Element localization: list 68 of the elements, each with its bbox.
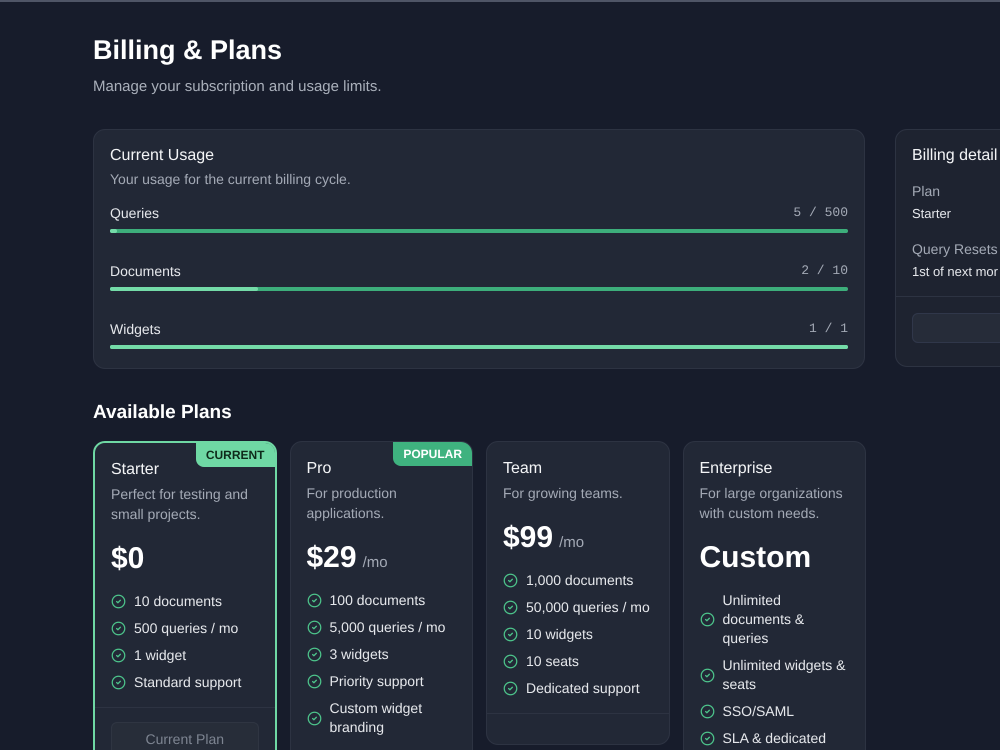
plan-name: Pro bbox=[306, 459, 332, 479]
plan-badge: CURRENT bbox=[196, 443, 274, 467]
page-subtitle: Manage your subscription and usage limits. bbox=[93, 77, 382, 97]
plan-feature: 3 widgets bbox=[330, 645, 389, 664]
price-period: /mo bbox=[559, 533, 584, 553]
plan-feature: 100 documents bbox=[330, 591, 426, 610]
check-circle-icon bbox=[111, 621, 126, 636]
check-circle-icon bbox=[306, 593, 322, 608]
meter-label: Documents bbox=[110, 262, 181, 281]
plan-feature: Priority support bbox=[330, 672, 424, 691]
check-circle-icon bbox=[306, 710, 322, 726]
detail-label: Query Resets bbox=[912, 240, 999, 259]
check-circle-icon bbox=[700, 612, 714, 627]
detail-label: Plan bbox=[912, 182, 942, 201]
plan-description: For large organizations with custom needs. bbox=[700, 484, 844, 523]
check-circle-icon bbox=[503, 654, 518, 669]
check-circle-icon bbox=[111, 675, 126, 690]
plan-feature: 10 seats bbox=[526, 652, 579, 671]
plan-price: $0 bbox=[111, 541, 144, 577]
plan-feature: Dedicated support bbox=[526, 679, 640, 698]
check-circle-icon bbox=[111, 648, 126, 663]
check-circle-icon bbox=[700, 704, 714, 719]
plan-feature: 10 widgets bbox=[526, 625, 593, 644]
meter-reading: 1 / 1 bbox=[808, 320, 848, 338]
check-circle-icon bbox=[503, 681, 518, 696]
plan-name: Starter bbox=[111, 460, 160, 480]
check-circle-icon bbox=[503, 627, 518, 642]
check-circle-icon bbox=[700, 731, 714, 746]
plan-name: Enterprise bbox=[700, 459, 774, 479]
check-circle-icon bbox=[503, 600, 518, 615]
plan-feature: 1 widget bbox=[134, 646, 186, 665]
plan-feature: 5,000 queries / mo bbox=[330, 618, 446, 637]
plan-badge: POPULAR bbox=[393, 442, 472, 466]
plan-feature: 1,000 documents bbox=[526, 571, 634, 590]
check-circle-icon bbox=[111, 594, 126, 609]
plan-description: Perfect for testing and small projects. bbox=[111, 485, 249, 524]
section-title: Available Plans bbox=[93, 401, 233, 425]
plan-feature: 10 documents bbox=[134, 592, 222, 611]
plan-feature: 500 queries / mo bbox=[134, 619, 238, 638]
card-subtitle: Your usage for the current billing cycle. bbox=[110, 170, 352, 189]
card-title: Billing detail bbox=[912, 146, 998, 166]
check-circle-icon bbox=[503, 573, 518, 588]
check-circle-icon bbox=[306, 647, 322, 662]
plan-feature: 50,000 queries / mo bbox=[526, 598, 650, 617]
check-circle-icon bbox=[306, 620, 322, 635]
plan-price: $29 bbox=[306, 540, 357, 576]
plan-feature: Custom widget branding bbox=[330, 699, 424, 737]
plan-description: For production applications. bbox=[306, 484, 398, 523]
meter-reading: 5 / 500 bbox=[793, 204, 848, 222]
plan-feature: Unlimited documents & queries bbox=[722, 591, 806, 648]
plan-feature: SLA & dedicated bbox=[722, 729, 826, 748]
meter-label: Widgets bbox=[110, 320, 161, 339]
page-title: Billing & Plans bbox=[93, 34, 284, 67]
check-circle-icon bbox=[306, 674, 322, 689]
detail-value: 1st of next mor bbox=[912, 263, 999, 281]
plan-feature: Unlimited widgets & seats bbox=[722, 656, 846, 694]
meter-label: Queries bbox=[110, 204, 160, 223]
plan-price: $99 bbox=[503, 520, 554, 556]
check-circle-icon bbox=[700, 668, 714, 682]
plan-description: For growing teams. bbox=[503, 484, 624, 503]
plan-name: Team bbox=[503, 459, 544, 479]
meter-reading: 2 / 10 bbox=[801, 262, 848, 280]
plan-feature: SSO/SAML bbox=[722, 702, 794, 721]
card-title: Current Usage bbox=[110, 146, 216, 166]
price-period: /mo bbox=[362, 553, 388, 573]
plan-price: Custom bbox=[700, 540, 812, 576]
detail-value: Starter bbox=[912, 205, 952, 223]
plan-feature: Standard support bbox=[134, 673, 242, 692]
